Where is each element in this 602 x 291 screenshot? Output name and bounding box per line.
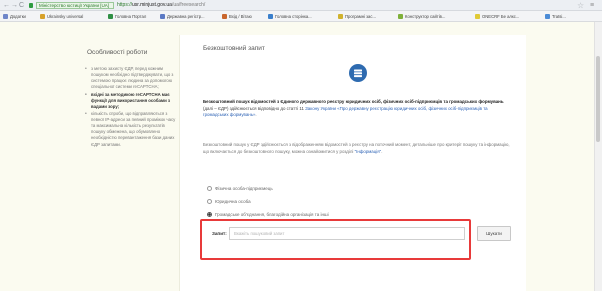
bookmark-item[interactable]: Державна регістр...	[160, 13, 205, 20]
bookmark-favicon-icon	[545, 14, 550, 19]
search-input[interactable]	[229, 227, 465, 240]
bookmark-favicon-icon	[475, 14, 480, 19]
url-field[interactable]: https://usr.minjust.gov.ua/ua/freesearch…	[117, 2, 205, 9]
bookmark-favicon-icon	[160, 14, 165, 19]
sidebar-list: з метою захисту ЄДР, перед кожним пошуко…	[82, 66, 178, 149]
bookmark-favicon-icon	[268, 14, 273, 19]
intro-bold-text: Безкоштовний пошук відомостей з Єдиного …	[203, 99, 504, 104]
intro-text: (далі – ЄДР) здійснюється відповідно до …	[203, 105, 306, 111]
sidebar-title: Особливості роботи	[87, 49, 148, 56]
information-link[interactable]: "Інформація"	[355, 149, 382, 154]
apps-icon	[3, 14, 8, 19]
radio-label: Юридична особа	[215, 199, 251, 204]
browser-address-bar: ← → C Міністерство юстиції України [UA] …	[0, 0, 602, 11]
note-end: .	[381, 148, 383, 154]
site-identity-badge[interactable]: Міністерство юстиції України [UA]	[36, 2, 114, 9]
url-host: usr.minjust.gov.ua	[132, 2, 172, 8]
intro-paragraph: Безкоштовний пошук відомостей з Єдиного …	[203, 99, 513, 119]
sidebar-list-item: вхідні за методикою reCAPTCHA має функці…	[82, 92, 178, 110]
url-scheme: https://	[117, 2, 133, 8]
info-note: Безкоштовний пошук у ЄДР здійснюється з …	[203, 142, 513, 155]
bookmark-item[interactable]: Tratsi...	[545, 13, 566, 20]
database-icon	[349, 64, 367, 82]
radio-button[interactable]	[207, 186, 212, 191]
scrollbar-thumb[interactable]	[596, 56, 600, 142]
bookmark-item[interactable]: Додатки	[3, 13, 26, 20]
sidebar-list-item: кількість спроби, що відправляються з пе…	[82, 111, 178, 148]
bookmark-item[interactable]: Головна сторінка...	[268, 13, 312, 20]
reload-icon[interactable]: C	[19, 1, 24, 10]
browser-menu-icon[interactable]: ≡	[590, 1, 594, 10]
bookmark-item[interactable]: Ukrainsky universal	[40, 13, 83, 20]
bookmark-item[interactable]: Конструктор сайтів...	[398, 13, 445, 20]
bookmark-item[interactable]: ONECRF Бе алкс...	[475, 13, 519, 20]
bookmark-favicon-icon	[222, 14, 227, 19]
bookmark-favicon-icon	[108, 14, 113, 19]
bookmark-favicon-icon	[338, 14, 343, 19]
radio-option-legal-entity[interactable]: Юридична особа	[207, 199, 251, 205]
sidebar-list-item: з метою захисту ЄДР, перед кожним пошуко…	[82, 66, 178, 90]
bookmark-favicon-icon	[40, 14, 45, 19]
bookmark-item[interactable]: Вхід / Вітаю	[222, 13, 252, 20]
url-path: /ua/freesearch/	[171, 2, 206, 8]
bookmarks-bar: Додатки Ukrainsky universal Головна Порт…	[0, 11, 602, 22]
radio-option-individual[interactable]: Фізична особа-підприємець	[207, 186, 273, 192]
lock-icon	[29, 3, 33, 8]
radio-button-checked[interactable]	[207, 212, 212, 217]
search-button[interactable]: Шукати	[477, 226, 511, 241]
forward-icon[interactable]: →	[11, 1, 18, 10]
page-title: Безкоштовний запит	[203, 45, 265, 52]
radio-label: Фізична особа-підприємець	[215, 186, 273, 191]
radio-button[interactable]	[207, 199, 212, 204]
bookmark-favicon-icon	[398, 14, 403, 19]
intro-end: .	[255, 112, 257, 118]
back-icon[interactable]: ←	[3, 1, 10, 10]
bookmark-item[interactable]: Програмні зас...	[338, 13, 376, 20]
search-label: Запит:	[212, 231, 227, 236]
bookmark-star-icon[interactable]: ☆	[577, 1, 584, 10]
radio-label: Громадське об'єднання, благодійна органі…	[215, 212, 329, 217]
radio-option-public-association[interactable]: Громадське об'єднання, благодійна органі…	[207, 212, 329, 218]
bookmark-item[interactable]: Головна Портал	[108, 13, 146, 20]
